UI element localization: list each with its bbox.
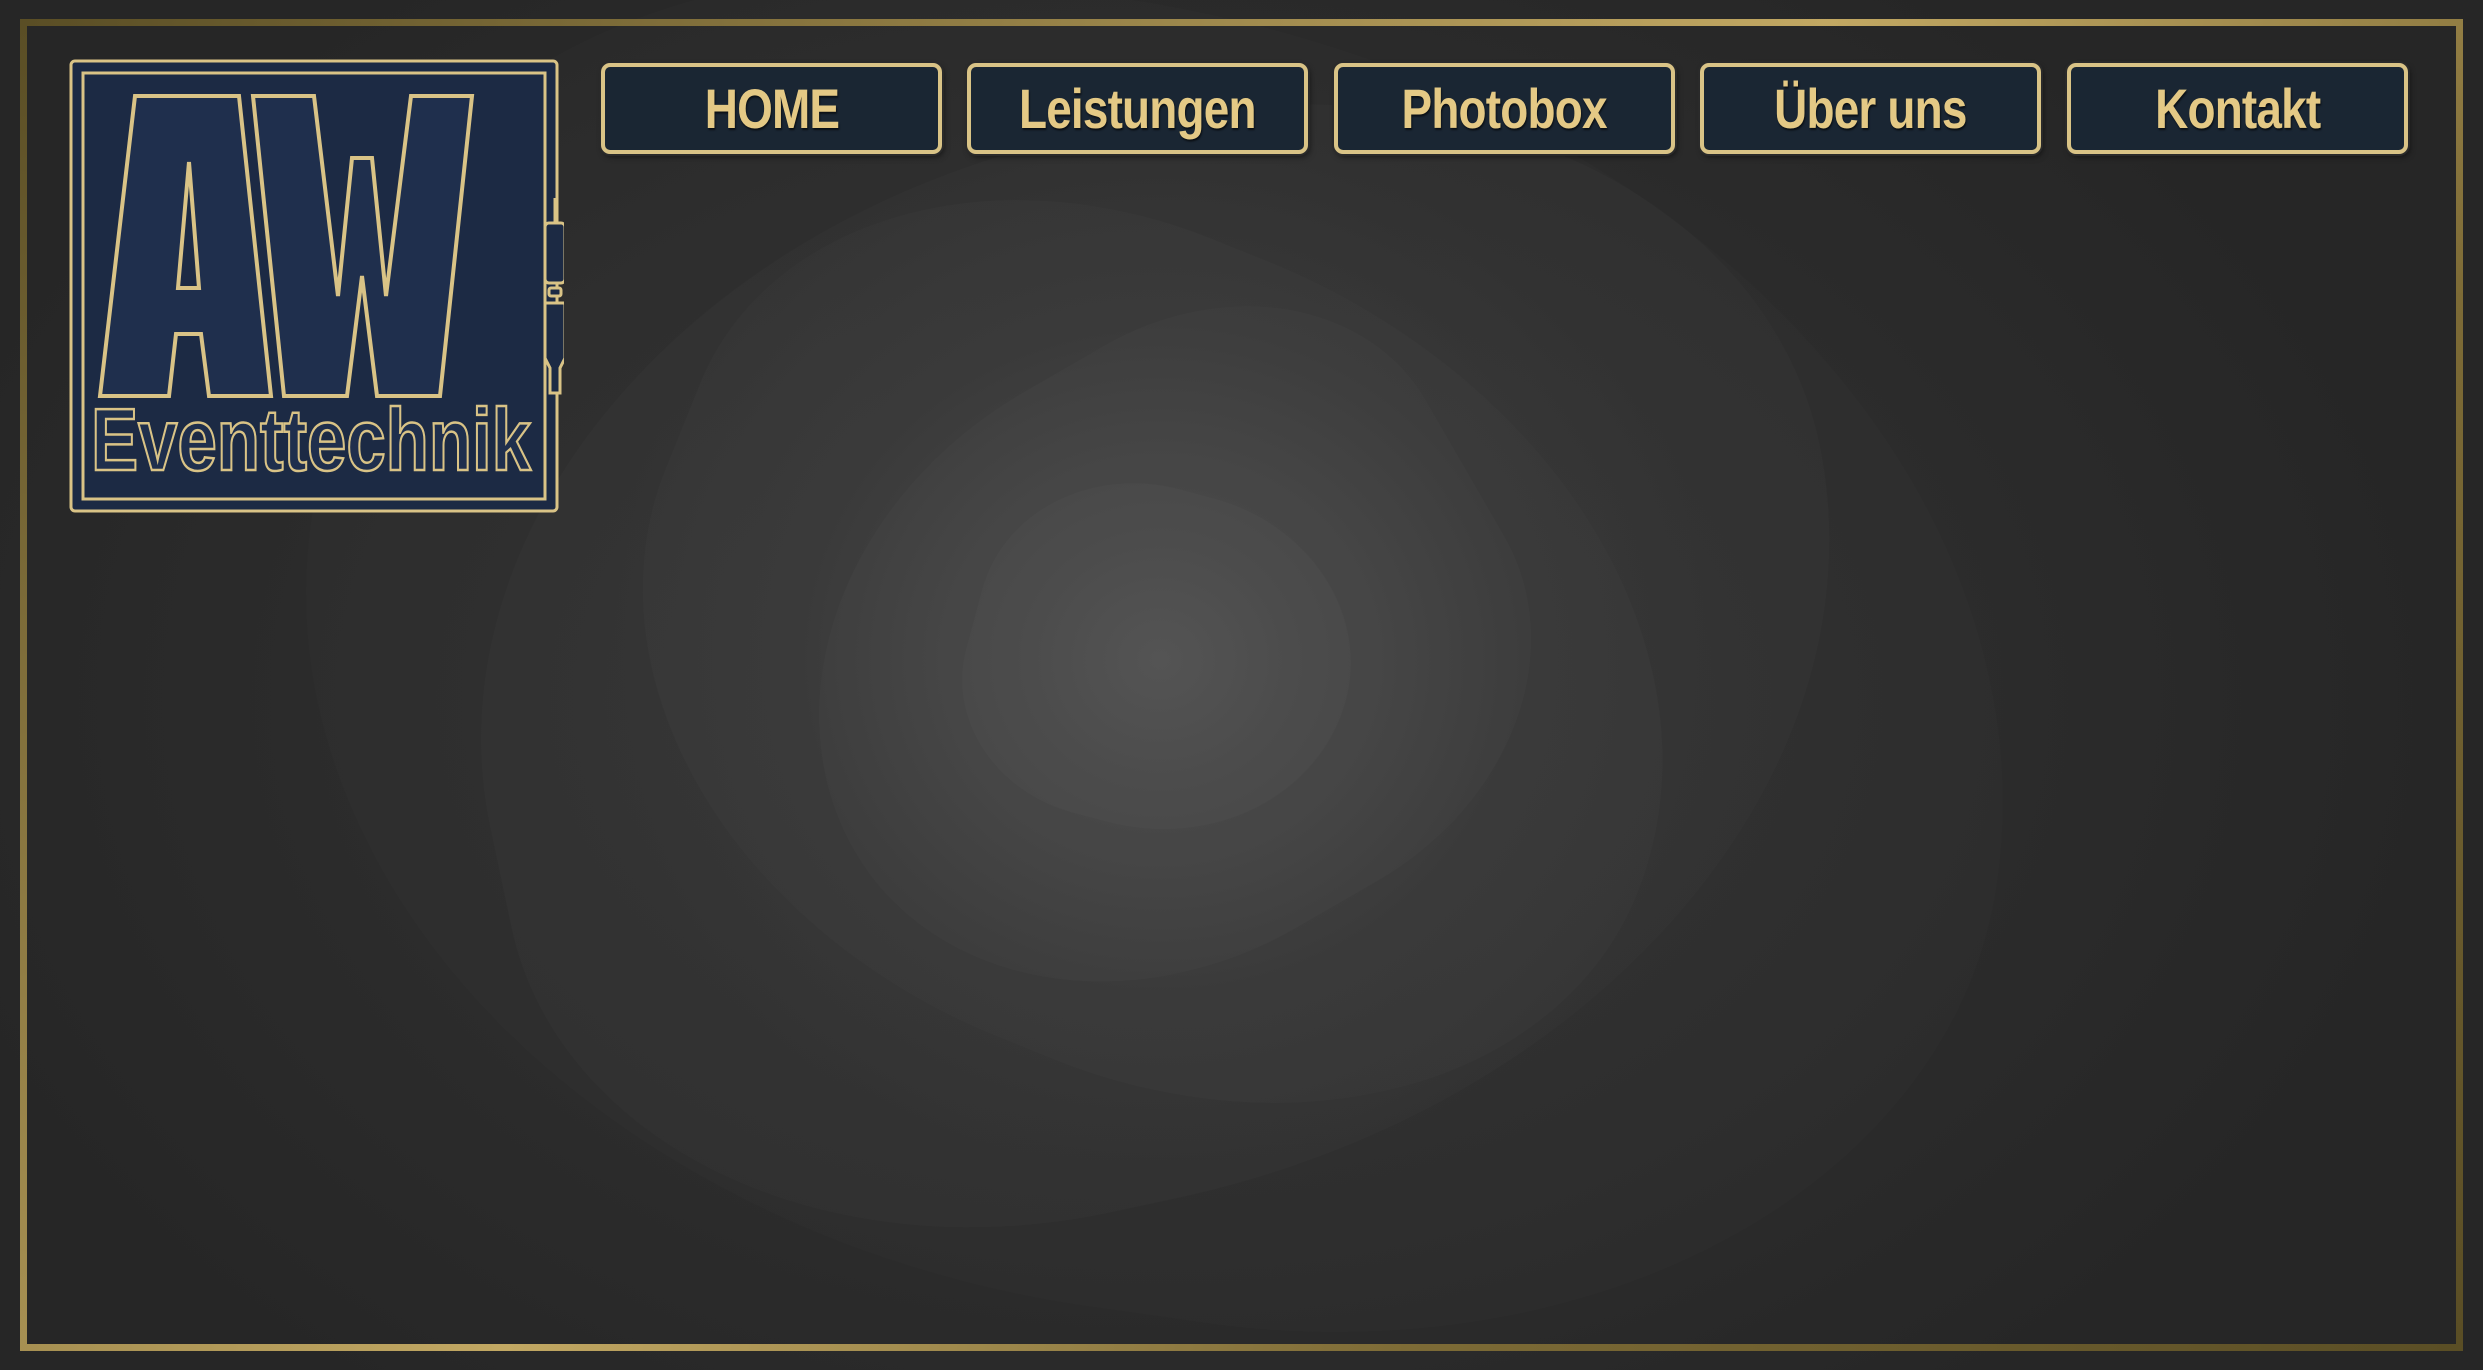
nav-leistungen-label: Leistungen: [1019, 77, 1257, 140]
logo-subtitle: Eventtechnik: [91, 390, 532, 489]
nav-photobox-button[interactable]: Photobox: [1334, 63, 1675, 154]
nav-home-button[interactable]: HOME: [601, 63, 942, 154]
nav-photobox-label: Photobox: [1401, 77, 1608, 140]
nav-ueber-uns-button[interactable]: Über uns: [1700, 63, 2041, 154]
nav-ueber-uns-label: Über uns: [1774, 77, 1967, 140]
page: Eventtechnik HOME Leistungen Photobox Üb…: [0, 0, 2483, 1370]
background-glow: [932, 447, 1387, 874]
site-logo[interactable]: Eventtechnik: [68, 58, 564, 516]
background-glow: [698, 220, 1622, 1100]
nav-kontakt-button[interactable]: Kontakt: [2067, 63, 2408, 154]
logo-graphic: Eventtechnik: [69, 59, 564, 513]
nav-kontakt-label: Kontakt: [2154, 77, 2321, 140]
main-navigation: HOME Leistungen Photobox Über uns Kontak…: [601, 63, 2409, 154]
background-glow: [375, 0, 1945, 1322]
audio-jack-icon: [543, 198, 564, 395]
nav-home-label: HOME: [704, 77, 839, 140]
nav-leistungen-button[interactable]: Leistungen: [967, 63, 1308, 154]
background-glow: [515, 81, 1805, 1238]
